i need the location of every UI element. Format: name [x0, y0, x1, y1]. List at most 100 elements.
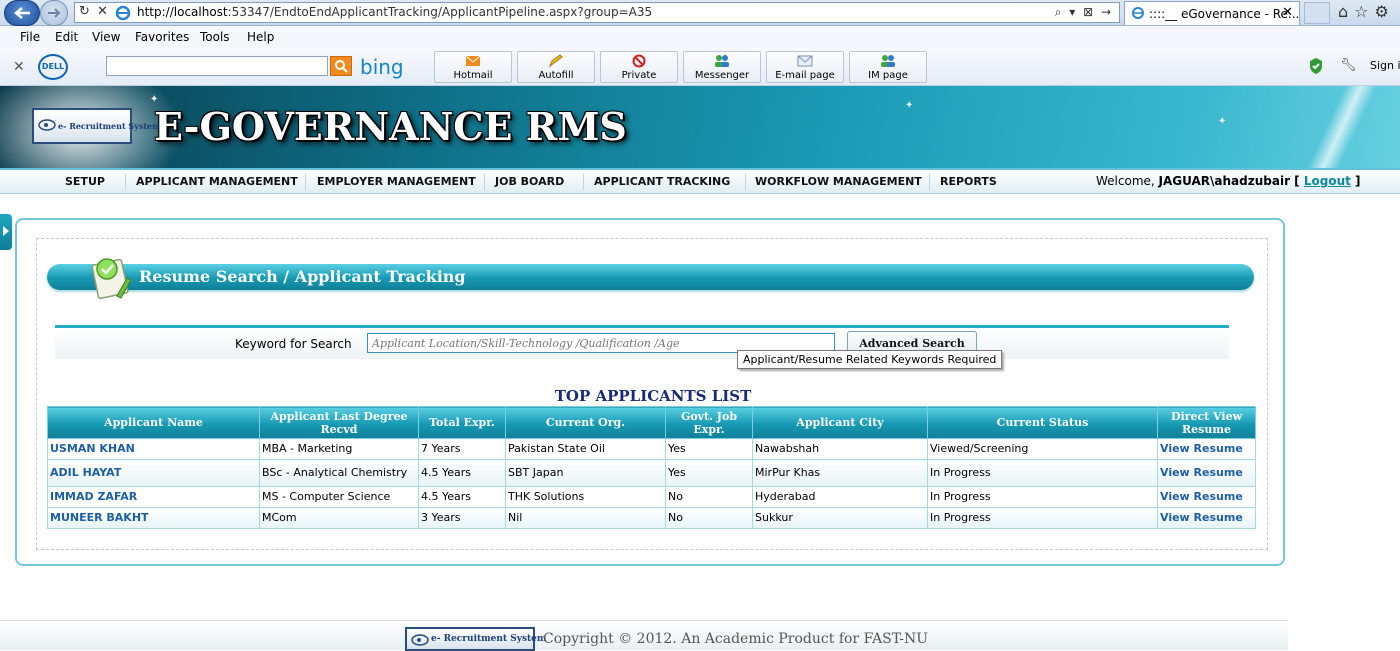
- dell-logo[interactable]: DELL: [38, 54, 68, 80]
- view-resume-link[interactable]: View Resume: [1157, 438, 1256, 460]
- favorites-star-icon[interactable]: ☆: [1354, 2, 1374, 21]
- org-cell: SBT Japan: [505, 459, 666, 487]
- col-current-org[interactable]: Current Org.: [505, 406, 666, 439]
- header-logo[interactable]: e- Recruitment System: [32, 108, 161, 144]
- nav-workflow-management[interactable]: WORKFLOW MANAGEMENT: [755, 175, 922, 188]
- bracket-close: ]: [1350, 174, 1361, 188]
- autofill-button[interactable]: Autofill: [517, 51, 595, 83]
- refresh-icon[interactable]: ↻: [79, 4, 90, 19]
- status-cell: In Progress: [927, 507, 1158, 529]
- welcome-prefix: Welcome,: [1096, 174, 1159, 188]
- url-host: http://localhost: [137, 5, 228, 19]
- govt-expr-cell: Yes: [665, 438, 753, 460]
- nav-reports[interactable]: REPORTS: [940, 175, 997, 188]
- im-page-button[interactable]: IM page: [849, 51, 927, 83]
- content-area: Resume Search / Applicant Tracking Keywo…: [36, 238, 1268, 550]
- back-button[interactable]: [4, 0, 40, 26]
- shield-icon[interactable]: [1308, 57, 1324, 75]
- logout-link[interactable]: Logout: [1304, 174, 1351, 188]
- toolbar-close-icon[interactable]: ✕: [13, 59, 25, 75]
- url-bar[interactable]: ↻ ✕ http://localhost:53347/EndtoEndAppli…: [74, 2, 1120, 23]
- col-govt-job-expr[interactable]: Govt. Job Expr.: [665, 406, 753, 439]
- browser-address-bar: ↻ ✕ http://localhost:53347/EndtoEndAppli…: [0, 0, 1400, 26]
- applicant-name-link[interactable]: USMAN KHAN: [47, 438, 260, 460]
- private-button[interactable]: Private: [600, 51, 678, 83]
- menu-help[interactable]: Help: [247, 30, 274, 44]
- sparkle-icon: ✦: [1218, 116, 1227, 127]
- logo-swoosh-icon: [411, 634, 429, 646]
- col-current-status[interactable]: Current Status: [927, 406, 1158, 439]
- nav-divider: [745, 174, 746, 190]
- view-resume-link[interactable]: View Resume: [1157, 507, 1256, 529]
- home-icon[interactable]: ⌂: [1338, 2, 1354, 21]
- site-header: ✦ ✦ ✦ ✦ e- Recruitment System E-GOVERNAN…: [0, 86, 1400, 168]
- status-cell: In Progress: [927, 459, 1158, 487]
- settings-gear-icon[interactable]: ⚙: [1375, 2, 1395, 21]
- org-cell: THK Solutions: [505, 486, 666, 508]
- menu-tools[interactable]: Tools: [200, 30, 230, 44]
- bracket-open: [: [1290, 174, 1304, 188]
- menu-view[interactable]: View: [92, 30, 120, 44]
- menu-file[interactable]: File: [20, 30, 40, 44]
- bing-logo[interactable]: bing: [360, 55, 404, 79]
- col-last-degree[interactable]: Applicant Last Degree Recvd: [259, 406, 419, 439]
- wrench-icon[interactable]: 🔧︎: [1340, 58, 1357, 73]
- messenger-label: Messenger: [694, 70, 750, 81]
- tab-close-icon[interactable]: ✕: [1282, 5, 1293, 20]
- table-row: ADIL HAYAT BSc - Analytical Chemistry 4.…: [47, 459, 1256, 487]
- nav-setup[interactable]: SETUP: [65, 175, 105, 188]
- forward-arrow-icon: [48, 8, 61, 18]
- tab-title: ::::__ eGovernance - Re...: [1149, 7, 1300, 21]
- chevron-right-icon: [3, 226, 9, 236]
- nav-divider: [305, 174, 306, 190]
- side-panel-toggle[interactable]: [0, 214, 12, 250]
- toolbar-search-button[interactable]: [330, 56, 352, 76]
- ie-logo-icon: [115, 5, 131, 21]
- toolbar-search-input[interactable]: [106, 56, 328, 76]
- search-bar: Keyword for Search Advanced Search: [55, 325, 1229, 359]
- experience-cell: 4.5 Years: [418, 459, 506, 487]
- degree-cell: MCom: [259, 507, 419, 529]
- view-resume-link[interactable]: View Resume: [1157, 486, 1256, 508]
- messenger-button[interactable]: Messenger: [683, 51, 761, 83]
- main-nav: SETUP APPLICANT MANAGEMENT EMPLOYER MANA…: [0, 168, 1400, 194]
- govt-expr-cell: No: [665, 507, 753, 529]
- site-title: E-GOVERNANCE RMS: [154, 104, 627, 149]
- stop-icon[interactable]: ✕: [97, 4, 108, 19]
- govt-expr-cell: No: [665, 486, 753, 508]
- hotmail-button[interactable]: Hotmail: [434, 51, 512, 83]
- org-cell: Pakistan State Oil: [505, 438, 666, 460]
- view-resume-link[interactable]: View Resume: [1157, 459, 1256, 487]
- nav-divider: [929, 174, 930, 190]
- private-icon: [632, 54, 646, 68]
- document-check-icon: [91, 258, 132, 300]
- menu-favorites[interactable]: Favorites: [135, 30, 189, 44]
- applicant-name-link[interactable]: IMMAD ZAFAR: [47, 486, 260, 508]
- url-text[interactable]: http://localhost:53347/EndtoEndApplicant…: [137, 5, 652, 19]
- nav-applicant-management[interactable]: APPLICANT MANAGEMENT: [136, 175, 298, 188]
- experience-cell: 7 Years: [418, 438, 506, 460]
- footer-logo[interactable]: e- Recruitment System: [405, 627, 546, 651]
- email-page-button[interactable]: E-mail page: [766, 51, 844, 83]
- new-tab-button[interactable]: [1304, 2, 1330, 24]
- nav-job-board[interactable]: JOB BOARD: [495, 175, 564, 188]
- applicant-name-link[interactable]: ADIL HAYAT: [47, 459, 260, 487]
- city-cell: Sukkur: [752, 507, 928, 529]
- email-icon: [797, 55, 813, 67]
- nav-applicant-tracking[interactable]: APPLICANT TRACKING: [594, 175, 730, 188]
- url-tools[interactable]: ⌕ ▾ ⊠ →: [1055, 5, 1113, 20]
- applicant-name-link[interactable]: MUNEER BAKHT: [47, 507, 260, 529]
- forward-button[interactable]: [40, 0, 68, 26]
- hotmail-label: Hotmail: [453, 70, 493, 81]
- applicants-table: Applicant Name Applicant Last Degree Rec…: [47, 406, 1256, 529]
- browser-tab[interactable]: ::::__ eGovernance - Re... ✕: [1124, 1, 1300, 25]
- col-total-expr[interactable]: Total Expr.: [418, 406, 506, 439]
- col-applicant-city[interactable]: Applicant City: [752, 406, 928, 439]
- autofill-label: Autofill: [538, 70, 574, 81]
- col-applicant-name[interactable]: Applicant Name: [47, 406, 260, 439]
- nav-employer-management[interactable]: EMPLOYER MANAGEMENT: [317, 175, 476, 188]
- degree-cell: MS - Computer Science: [259, 486, 419, 508]
- menu-edit[interactable]: Edit: [55, 30, 78, 44]
- sign-in-link[interactable]: Sign i: [1370, 59, 1400, 72]
- col-direct-view-resume[interactable]: Direct View Resume: [1157, 406, 1256, 439]
